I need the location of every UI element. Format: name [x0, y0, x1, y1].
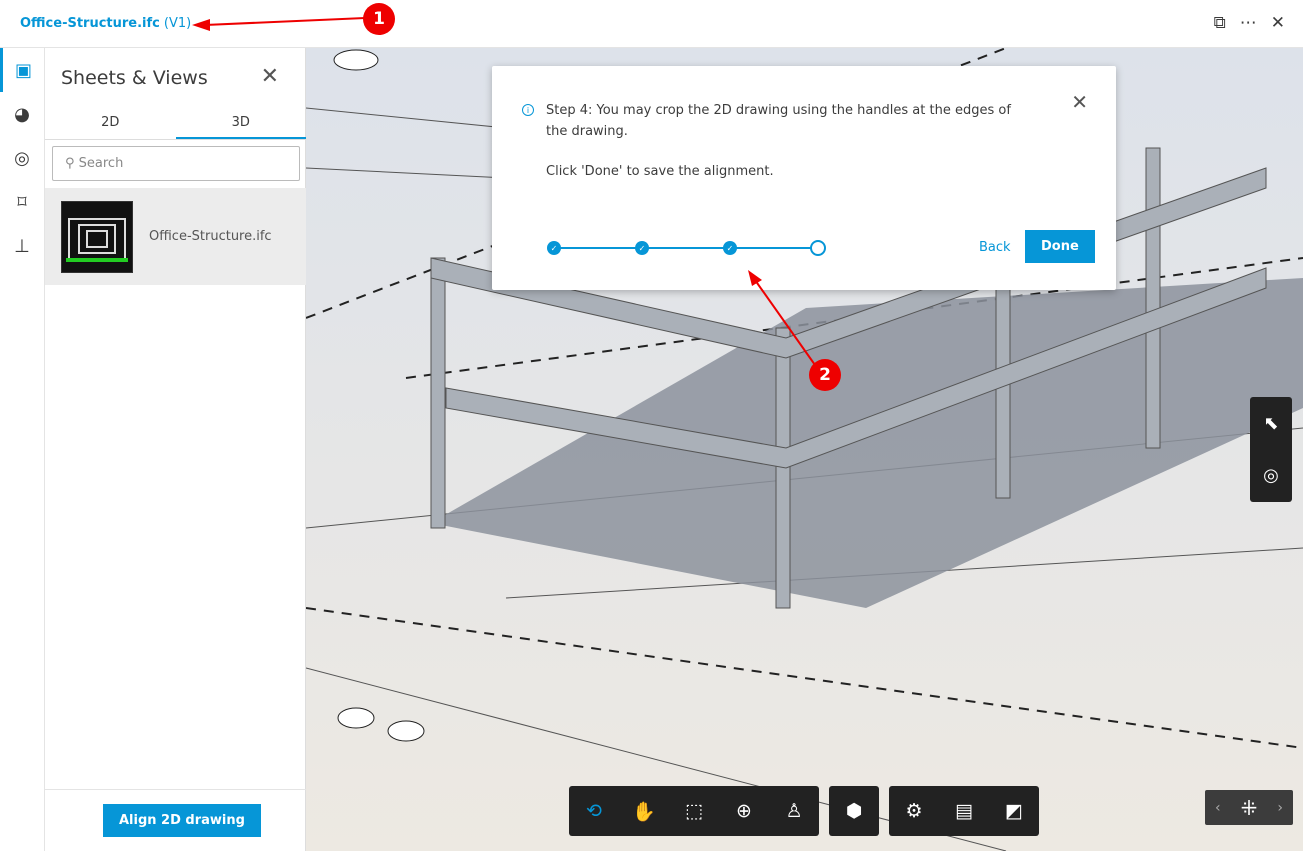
step-progress: ✓ ✓ ✓ [547, 240, 826, 256]
tab-2d[interactable]: 2D [45, 110, 176, 139]
compare-icon[interactable]: ⧉ [1214, 13, 1226, 33]
more-icon[interactable]: ⋯ [1240, 13, 1257, 33]
section-toolbar: ⬢ [829, 786, 879, 836]
svg-text:✓: ✓ [639, 244, 646, 253]
orbit-icon[interactable]: ⟲ [569, 800, 619, 822]
done-button[interactable]: Done [1025, 230, 1095, 263]
list-item[interactable]: Office-Structure.ifc [45, 188, 306, 285]
svg-text:✓: ✓ [727, 244, 734, 253]
pan-hand-icon[interactable]: ✋ [619, 800, 669, 823]
document-title[interactable]: Office-Structure.ifc (V1) [20, 16, 191, 31]
zoom-window-icon[interactable]: ⊕ [719, 800, 769, 822]
model-browser-icon[interactable]: ◕ [0, 92, 44, 136]
alignment-step-dialog: i Step 4: You may crop the 2D drawing us… [492, 66, 1116, 290]
model-thumbnail [61, 201, 133, 273]
dialog-close-icon[interactable]: ✕ [1071, 90, 1088, 114]
top-bar: Office-Structure.ifc (V1) ⧉ ⋯ ✕ [0, 0, 1303, 48]
annotation-badge-2: 2 [809, 359, 841, 391]
info-icon: i [522, 104, 534, 116]
hierarchy-icon[interactable]: ⊥ [0, 224, 44, 268]
panel-title: Sheets & Views [61, 67, 208, 89]
tab-3d[interactable]: 3D [175, 110, 306, 139]
sheets-views-icon[interactable]: ▣ [0, 48, 44, 92]
properties-icon[interactable]: ▤ [939, 800, 989, 822]
instruction-text: Click 'Done' to save the alignment. [546, 164, 774, 179]
step-text: Step 4: You may crop the 2D drawing usin… [546, 103, 1011, 139]
svg-text:✓: ✓ [551, 244, 558, 253]
grid-icon[interactable]: ⁜ [1241, 796, 1258, 820]
prev-arrow-icon[interactable]: ‹ [1215, 800, 1221, 816]
fullscreen-icon[interactable]: ◩ [989, 800, 1039, 822]
close-icon[interactable]: ✕ [1271, 13, 1285, 33]
settings-toolbar: ⚙ ▤ ◩ [889, 786, 1039, 836]
navigation-toolbar: ⟲ ✋ ⬚ ⊕ ♙ [569, 786, 819, 836]
search-placeholder: Search [78, 156, 124, 171]
left-rail: ▣ ◕ ◎ ⌑ ⊥ [0, 48, 45, 851]
align-2d-drawing-button[interactable]: Align 2D drawing [103, 804, 261, 837]
section-box-icon[interactable]: ⬢ [829, 800, 879, 822]
sheets-views-panel: Sheets & Views ✕ 2D 3D ⚲ Search Office-S… [45, 48, 306, 851]
search-icon: ⚲ [65, 156, 79, 171]
settings-gear-icon[interactable]: ⚙ [889, 800, 939, 822]
side-toolbar: ⬉ ◎ [1250, 397, 1292, 502]
first-person-icon[interactable]: ♙ [769, 800, 819, 822]
bookmark-icon[interactable]: ⌑ [0, 180, 44, 224]
file-name: Office-Structure.ifc [20, 16, 160, 31]
next-arrow-icon[interactable]: › [1277, 800, 1283, 816]
search-input[interactable]: ⚲ Search [52, 146, 300, 181]
annotation-badge-1: 1 [363, 3, 395, 35]
item-name: Office-Structure.ifc [149, 229, 272, 244]
step-3: ✓ [723, 241, 737, 255]
select-cursor-icon[interactable]: ⬉ [1250, 397, 1292, 449]
back-button[interactable]: Back [979, 240, 1011, 255]
version-label: (V1) [163, 16, 192, 31]
step-4 [810, 240, 826, 256]
step-2: ✓ [635, 241, 649, 255]
panel-close-icon[interactable]: ✕ [261, 64, 279, 89]
issues-icon[interactable]: ◎ [0, 136, 44, 180]
fit-to-view-icon[interactable]: ⬚ [669, 800, 719, 822]
view-navigator: ‹ ⁜ › [1205, 790, 1293, 825]
step-1: ✓ [547, 241, 561, 255]
check-icon[interactable]: ◎ [1250, 449, 1292, 501]
